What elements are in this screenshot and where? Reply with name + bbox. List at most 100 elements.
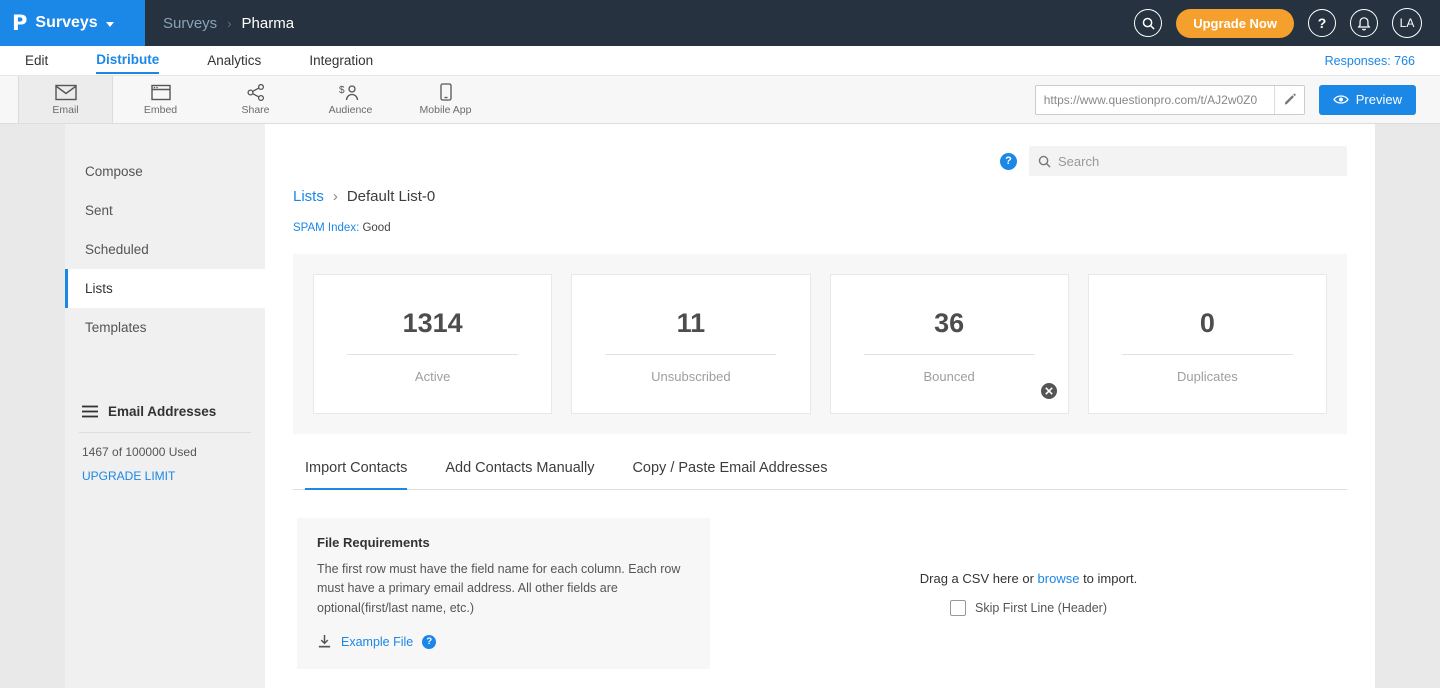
email-icon (55, 84, 77, 101)
topbar-actions: Upgrade Now ? LA (1134, 8, 1440, 38)
stat-card-duplicates: 0 Duplicates (1088, 274, 1327, 414)
sidebar-item-lists[interactable]: Lists (65, 269, 265, 308)
upgrade-limit-link[interactable]: UPGRADE LIMIT (65, 463, 265, 489)
toolbar-item-audience[interactable]: $ Audience (303, 76, 398, 123)
breadcrumb-surveys-link[interactable]: Surveys (163, 15, 217, 32)
current-list-name: Default List-0 (347, 188, 435, 205)
breadcrumb-separator: › (227, 16, 231, 31)
audience-icon: $ (339, 84, 363, 101)
example-file-row: Example File ? (317, 634, 690, 649)
responses-count[interactable]: Responses: 766 (1325, 54, 1415, 68)
stat-label: Unsubscribed (572, 369, 809, 384)
download-icon[interactable] (317, 634, 332, 649)
stat-value: 11 (572, 308, 809, 339)
csv-dropzone[interactable]: Drag a CSV here or browse to import. Ski… (710, 518, 1347, 669)
skip-first-line-label: Skip First Line (Header) (975, 601, 1107, 615)
stat-label: Duplicates (1089, 369, 1326, 384)
blocked-circle-icon[interactable] (1040, 382, 1058, 403)
divider (605, 354, 776, 355)
bell-glyph (1357, 16, 1371, 31)
stat-value: 0 (1089, 308, 1326, 339)
example-file-help-icon[interactable]: ? (422, 635, 436, 649)
tab-analytics[interactable]: Analytics (207, 48, 261, 73)
main-panel: ? Lists › Default List-0 SPAM Index: Goo… (265, 124, 1375, 688)
chevron-down-icon (106, 22, 114, 27)
tab-copy-paste-email-addresses[interactable]: Copy / Paste Email Addresses (632, 460, 827, 490)
sidebar-item-compose[interactable]: Compose (65, 152, 265, 191)
stat-card-active: 1314 Active (313, 274, 552, 414)
questionpro-logo: P (12, 11, 27, 35)
product-name: Surveys (35, 14, 97, 32)
magnifier-icon (1038, 155, 1051, 168)
breadcrumb-survey-name: Pharma (242, 15, 295, 32)
magnifier-glyph (1142, 17, 1155, 30)
toolbar-item-embed[interactable]: Embed (113, 76, 208, 123)
skip-first-line-row: Skip First Line (Header) (950, 600, 1107, 616)
toolbar-item-share[interactable]: Share (208, 76, 303, 123)
svg-text:$: $ (339, 85, 345, 96)
notifications-bell-icon[interactable] (1350, 9, 1378, 37)
example-file-link[interactable]: Example File (341, 635, 413, 649)
list-icon (82, 405, 98, 418)
divider (347, 354, 518, 355)
tab-integration[interactable]: Integration (309, 48, 373, 73)
help-icon[interactable]: ? (1308, 9, 1336, 37)
usage-count: 1467 of 100000 Used (65, 433, 265, 463)
stat-card-unsubscribed: 11 Unsubscribed (571, 274, 810, 414)
sidebar-item-scheduled[interactable]: Scheduled (65, 230, 265, 269)
import-body: File Requirements The first row must hav… (293, 518, 1347, 669)
breadcrumb-separator: › (333, 188, 338, 205)
contextual-help-icon[interactable]: ? (1000, 153, 1017, 170)
email-sidebar: Compose Sent Scheduled Lists Templates E… (65, 124, 265, 688)
preview-label: Preview (1356, 92, 1402, 107)
tab-edit[interactable]: Edit (25, 48, 48, 73)
search-icon[interactable] (1134, 9, 1162, 37)
file-requirements-text: The first row must have the field name f… (317, 560, 690, 618)
eye-icon (1333, 94, 1349, 105)
sidebar-item-templates[interactable]: Templates (65, 308, 265, 347)
browse-link[interactable]: browse (1038, 571, 1080, 586)
spam-index-row: SPAM Index: Good (293, 222, 1347, 234)
toolbar-item-label: Share (241, 104, 269, 116)
share-icon (247, 84, 265, 101)
tab-add-contacts-manually[interactable]: Add Contacts Manually (445, 460, 594, 490)
dropzone-text: Drag a CSV here or browse to import. (920, 571, 1138, 586)
upgrade-now-button[interactable]: Upgrade Now (1176, 9, 1294, 38)
tab-import-contacts[interactable]: Import Contacts (305, 460, 407, 490)
stat-label: Active (314, 369, 551, 384)
avatar[interactable]: LA (1392, 8, 1422, 38)
embed-icon (151, 84, 171, 101)
product-switcher[interactable]: P Surveys (0, 0, 145, 46)
toolbar-item-email[interactable]: Email (18, 76, 113, 123)
edit-url-button[interactable] (1274, 86, 1304, 114)
breadcrumb: Surveys › Pharma (163, 15, 294, 32)
lists-breadcrumb-link[interactable]: Lists (293, 188, 324, 205)
content-area: Compose Sent Scheduled Lists Templates E… (0, 124, 1440, 688)
preview-button[interactable]: Preview (1319, 85, 1416, 115)
import-tabs: Import Contacts Add Contacts Manually Co… (293, 460, 1347, 490)
search-input[interactable] (1058, 154, 1338, 169)
dropzone-text-after: to import. (1079, 571, 1137, 586)
distribute-toolbar: Email Embed Share $ Audience Mobile App … (0, 76, 1440, 124)
main-top-row: ? (293, 146, 1347, 176)
toolbar-right: Preview (1035, 76, 1440, 123)
top-bar: P Surveys Surveys › Pharma Upgrade Now ?… (0, 0, 1440, 46)
dropzone-text-before: Drag a CSV here or (920, 571, 1038, 586)
survey-url-input[interactable] (1036, 93, 1274, 107)
tab-distribute[interactable]: Distribute (96, 47, 159, 74)
list-breadcrumb: Lists › Default List-0 (293, 188, 1347, 205)
email-addresses-label: Email Addresses (108, 404, 216, 419)
skip-first-line-checkbox[interactable] (950, 600, 966, 616)
spam-index-label: SPAM Index: (293, 222, 359, 234)
stat-card-bounced: 36 Bounced (830, 274, 1069, 414)
file-requirements-title: File Requirements (317, 535, 690, 550)
survey-url-box (1035, 85, 1305, 115)
mobile-app-icon (440, 83, 452, 101)
toolbar-item-mobile-app[interactable]: Mobile App (398, 76, 493, 123)
stat-label: Bounced (831, 369, 1068, 384)
divider (864, 354, 1035, 355)
email-addresses-header: Email Addresses (65, 391, 265, 432)
spam-index-value: Good (362, 222, 390, 234)
stat-value: 1314 (314, 308, 551, 339)
sidebar-item-sent[interactable]: Sent (65, 191, 265, 230)
